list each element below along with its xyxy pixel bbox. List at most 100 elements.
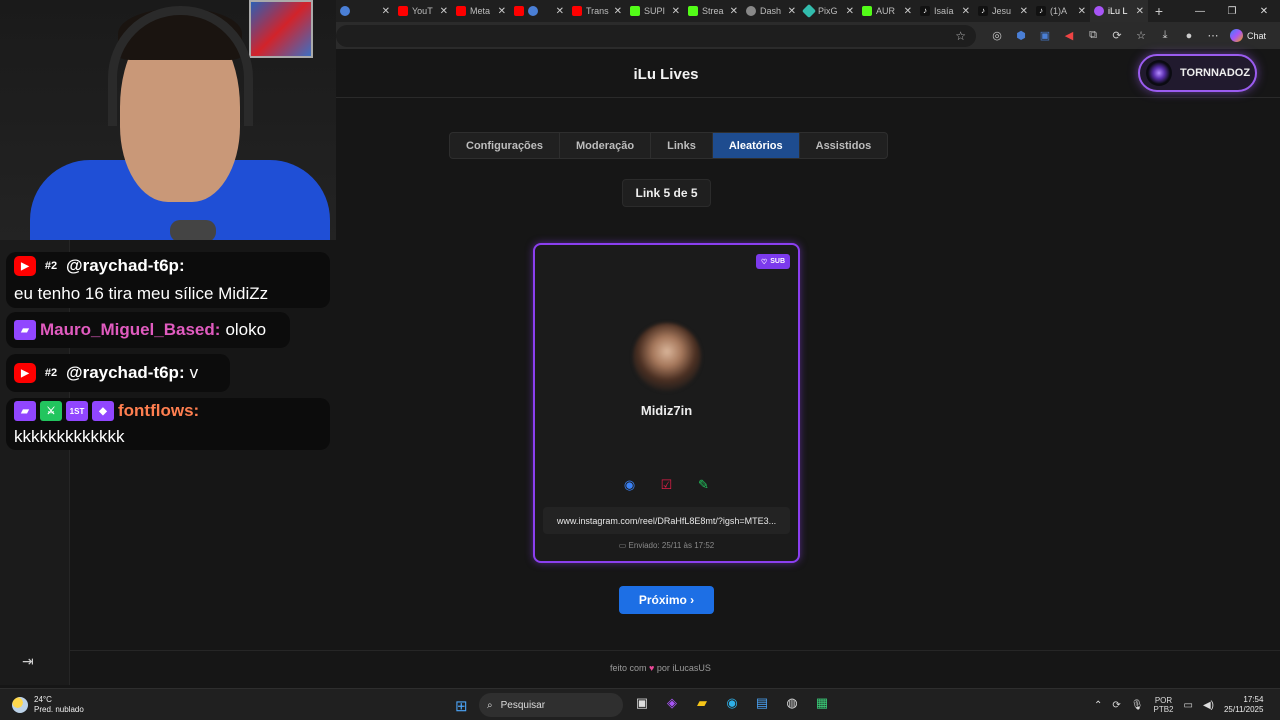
close-tab-icon[interactable]: ✕: [382, 6, 390, 17]
browser-tab[interactable]: Dash ✕: [742, 0, 800, 22]
close-tab-icon[interactable]: ✕: [440, 6, 448, 17]
tab-assistidos[interactable]: Assistidos: [800, 133, 888, 158]
chat-text: kkkkkkkkkkkkk: [14, 427, 125, 446]
mic-icon[interactable]: 🎙: [1131, 700, 1144, 711]
browser-tab-active[interactable]: iLu L ✕: [1090, 0, 1148, 22]
copilot-chat-button[interactable]: Chat: [1230, 29, 1266, 42]
translate-icon[interactable]: ▣: [1038, 29, 1052, 42]
close-tab-icon[interactable]: ✕: [904, 6, 912, 17]
browser-tab[interactable]: Trans ✕: [568, 0, 626, 22]
heart-icon: ♥: [649, 663, 655, 673]
minimize-icon[interactable]: —: [1184, 6, 1216, 17]
glasses-icon[interactable]: ◎: [990, 29, 1004, 42]
star-icon[interactable]: ☆: [955, 29, 966, 43]
browser-tab[interactable]: ✕: [336, 0, 394, 22]
tab-moderacao[interactable]: Moderação: [560, 133, 652, 158]
close-tab-icon[interactable]: ✕: [556, 6, 564, 17]
close-tab-icon[interactable]: ✕: [962, 6, 970, 17]
system-tray: ⌃ ⟳ 🎙 POR PTB2 ▭ ◀) 17:54 25/11/2025: [1094, 695, 1263, 715]
taskbar: 24°C Pred. nublado ⊞ ⌕ Pesquisar ▣ ◈ ▰ ◉ ▤…: [0, 688, 1280, 720]
footer: feito com ♥ por iLucasUS: [70, 650, 1280, 685]
close-tab-icon[interactable]: ✕: [614, 6, 622, 17]
file-explorer-icon[interactable]: ▰: [692, 695, 712, 713]
tab-configuracoes[interactable]: Configurações: [450, 133, 561, 158]
new-tab-button[interactable]: +: [1148, 3, 1170, 19]
browser-tab[interactable]: ♪ Isaía ✕: [916, 0, 974, 22]
crown-badge-icon: #2: [44, 260, 58, 272]
chat-username: Mauro_Miguel_Based:: [40, 320, 221, 339]
browser-tab[interactable]: Meta ✕: [452, 0, 510, 22]
copilot-icon[interactable]: ◈: [662, 695, 682, 713]
screen-app-icon[interactable]: ▤: [752, 695, 772, 713]
user-profile-button[interactable]: TORNNADOZ: [1138, 54, 1257, 92]
browser-tab[interactable]: AUR ✕: [858, 0, 916, 22]
close-tab-icon[interactable]: ✕: [672, 6, 680, 17]
check-square-icon[interactable]: ☑: [659, 477, 674, 493]
tab-links[interactable]: Links: [651, 133, 713, 158]
tab-aleatorios[interactable]: Aleatórios: [712, 133, 800, 158]
avatar: [1146, 60, 1172, 86]
globe-icon: [528, 6, 538, 16]
twitch-icon: ▰: [14, 401, 36, 421]
next-button[interactable]: Próximo ›: [619, 586, 714, 614]
close-tab-icon[interactable]: ✕: [846, 6, 854, 17]
search-icon: ⌕: [487, 699, 493, 711]
browser-tab[interactable]: ♪ (1)A ✕: [1032, 0, 1090, 22]
username: TORNNADOZ: [1180, 67, 1251, 79]
download-icon[interactable]: ⤓: [1158, 29, 1172, 42]
close-tab-icon[interactable]: ✕: [1078, 6, 1086, 17]
browser-tab[interactable]: SUPI ✕: [626, 0, 684, 22]
task-view-icon[interactable]: ▣: [632, 695, 652, 713]
taskbar-search[interactable]: ⌕ Pesquisar: [479, 693, 623, 717]
close-tab-icon[interactable]: ✕: [730, 6, 738, 17]
youtube-icon: [456, 6, 466, 16]
heart-icon: ♡: [760, 258, 768, 266]
favorites-icon[interactable]: ☆: [1134, 29, 1148, 42]
calendar-icon: ▭: [618, 541, 629, 550]
browser-tab[interactable]: PixG ✕: [800, 0, 858, 22]
nav-tabs: Configurações Moderação Links Aleatórios…: [449, 132, 889, 159]
browser-tab[interactable]: Strea ✕: [684, 0, 742, 22]
app-icon[interactable]: ▦: [812, 695, 832, 713]
windows-start-icon[interactable]: ⊞: [455, 697, 468, 715]
link-counter: Link 5 de 5: [622, 179, 711, 207]
logout-icon[interactable]: ⇥: [22, 653, 34, 670]
restore-icon[interactable]: ❐: [1216, 6, 1248, 17]
profile-icon[interactable]: ●: [1182, 30, 1196, 42]
eye-icon[interactable]: ◉: [622, 477, 637, 493]
browser-toolbar: ◎ ⬢ ▣ ◀ ⧉ ⟳ ☆ ⤓ ● ⋯: [990, 29, 1220, 42]
browser-tab[interactable]: ✕: [510, 0, 568, 22]
sync-icon[interactable]: ⟳: [1110, 29, 1124, 42]
volume-icon[interactable]: ◀): [1203, 700, 1214, 711]
shield-icon[interactable]: ⬢: [1014, 29, 1028, 42]
chevron-up-icon[interactable]: ⌃: [1094, 700, 1102, 711]
close-tab-icon[interactable]: ✕: [498, 6, 506, 17]
audio-icon[interactable]: ◀: [1062, 29, 1076, 42]
close-tab-icon[interactable]: ✕: [1020, 6, 1028, 17]
browser-tab[interactable]: ♪ Jesu ✕: [974, 0, 1032, 22]
sync-icon[interactable]: ⟳: [1112, 700, 1120, 711]
more-icon[interactable]: ⋯: [1206, 29, 1220, 42]
chat-message: ▰ ⚔ 1ST ◆ fontflows: kkkkkkkkkkkkk: [6, 398, 330, 450]
network-icon[interactable]: ▭: [1184, 700, 1193, 711]
url-field[interactable]: ☆: [336, 24, 976, 47]
close-tab-icon[interactable]: ✕: [1136, 6, 1144, 17]
sword-badge-icon: ⚔: [40, 401, 62, 421]
edge-icon[interactable]: ◉: [722, 695, 742, 713]
close-window-icon[interactable]: ✕: [1248, 6, 1280, 17]
obs-icon[interactable]: ◍: [782, 695, 802, 713]
youtube-icon: [398, 6, 408, 16]
address-bar: ☆ ◎ ⬢ ▣ ◀ ⧉ ⟳ ☆ ⤓ ● ⋯ Chat: [336, 22, 1280, 49]
sent-timestamp: ▭ Enviado: 25/11 às 17:52: [618, 541, 715, 550]
link-url[interactable]: www.instagram.com/reel/DRaHfL8E8mt/?igsh…: [543, 507, 790, 534]
weather-widget[interactable]: 24°C Pred. nublado: [12, 695, 84, 715]
browser-tab[interactable]: YouT ✕: [394, 0, 452, 22]
language-indicator[interactable]: POR PTB2: [1153, 696, 1173, 714]
chat-text: v: [189, 363, 199, 382]
clock[interactable]: 17:54 25/11/2025: [1224, 695, 1263, 715]
diamond-badge-icon: ◆: [92, 401, 114, 421]
extensions-icon[interactable]: ⧉: [1086, 29, 1100, 42]
wrench-icon[interactable]: ✎: [696, 477, 711, 493]
close-tab-icon[interactable]: ✕: [788, 6, 796, 17]
window-controls: — ❐ ✕: [1184, 6, 1280, 17]
